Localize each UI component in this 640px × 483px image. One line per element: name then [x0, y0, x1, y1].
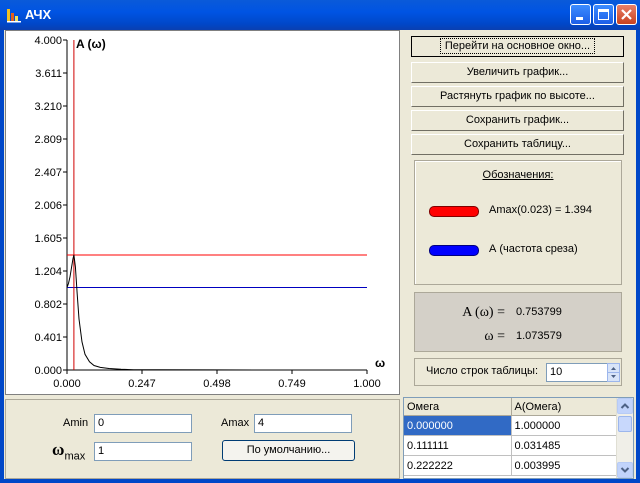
minimize-button[interactable] — [570, 4, 591, 25]
save-graph-button[interactable]: Сохранить график... — [411, 110, 624, 131]
chevron-down-icon — [620, 467, 630, 473]
data-table[interactable]: Омега A(Омега) 0.000000 1.000000 0.11111… — [403, 397, 634, 479]
control-panel: Перейти на основное окно... Увеличить гр… — [406, 30, 630, 390]
table-cell[interactable]: 0.222222 — [404, 455, 512, 476]
a-omega-label: A (ω) = — [462, 305, 505, 320]
y-tick-label: 2.809 — [34, 134, 62, 146]
y-tick-label: 0.000 — [34, 365, 62, 377]
table-rows-label: Число строк таблицы: — [426, 365, 538, 377]
table-cell[interactable]: 1.000000 — [511, 415, 618, 436]
table-scrollbar[interactable] — [616, 398, 633, 478]
goto-main-window-button[interactable]: Перейти на основное окно... — [411, 36, 624, 57]
y-tick-label: 1.204 — [34, 266, 62, 278]
chevron-up-icon — [620, 403, 630, 409]
value-readout: A (ω) = 0.753799 ω = 1.073579 — [414, 292, 622, 352]
a-omega-value: 0.753799 — [516, 306, 562, 318]
maximize-button[interactable] — [593, 4, 614, 25]
amin-label: Amin — [63, 417, 89, 429]
table-row[interactable]: 0.000000 1.000000 — [404, 415, 618, 436]
zoom-graph-button[interactable]: Увеличить график... — [411, 62, 624, 83]
cutoff-swatch — [429, 245, 479, 256]
table-cell[interactable]: 0.111111 — [404, 435, 512, 456]
table-row[interactable]: 0.111111 0.031485 — [404, 435, 618, 456]
x-tick-label: 0.498 — [203, 378, 231, 390]
omega-value: 1.073579 — [516, 330, 562, 342]
parameters-panel: Amin 0 Amax 4 ωmax 1 По умолчанию... — [5, 399, 400, 479]
scroll-down-button[interactable] — [617, 462, 633, 478]
table-rows-spinner[interactable] — [607, 363, 620, 382]
omega-max-subscript: max — [64, 450, 86, 463]
table-header-row: Омега A(Омега) — [404, 398, 618, 416]
window-title: АЧХ — [25, 7, 52, 22]
window-frame-right — [636, 30, 640, 483]
omega-max-symbol: ω — [52, 440, 65, 459]
amplitude-curve — [66, 254, 367, 371]
goto-main-window-label: Перейти на основное окно... — [439, 38, 596, 54]
close-icon — [621, 9, 632, 20]
maximize-icon — [598, 9, 609, 20]
column-header-a-omega[interactable]: A(Омега) — [511, 398, 618, 416]
cutoff-legend-label: А (частота среза) — [489, 243, 578, 255]
omega-max-label: ωmax — [52, 440, 85, 462]
x-tick-label: 0.749 — [278, 378, 306, 390]
table-cell[interactable]: 0.003995 — [511, 455, 618, 476]
defaults-button[interactable]: По умолчанию... — [222, 440, 355, 461]
y-tick-label: 3.210 — [34, 101, 62, 113]
minimize-icon — [576, 17, 583, 20]
title-bar[interactable]: АЧХ — [0, 0, 640, 30]
table-row[interactable]: 0.222222 0.003995 — [404, 455, 618, 476]
window-frame-bottom — [0, 479, 640, 483]
table-cell[interactable]: 0.000000 — [404, 415, 512, 436]
column-header-omega[interactable]: Омега — [404, 398, 512, 416]
stretch-graph-button[interactable]: Растянуть график по высоте... — [411, 86, 624, 107]
legend-title: Обозначения: — [482, 169, 554, 181]
y-tick-label: 1.605 — [34, 233, 62, 245]
amax-legend-label: Amax(0.023) = 1.394 — [489, 204, 593, 216]
close-button[interactable] — [616, 4, 637, 25]
amax-swatch — [429, 206, 479, 217]
table-rows-control: Число строк таблицы: 10 — [414, 358, 622, 386]
amin-input[interactable]: 0 — [94, 414, 192, 433]
app-window: АЧХ 4.000 3.611 3.210 2.809 2.407 2.006 1.605 1… — [0, 0, 640, 483]
amax-label: Amax — [221, 417, 250, 429]
x-axis-label: ω — [375, 356, 385, 370]
chart-canvas: 4.000 3.611 3.210 2.809 2.407 2.006 1.605 1.204… — [34, 35, 385, 390]
amax-input[interactable]: 4 — [254, 414, 352, 433]
omega-max-input[interactable]: 1 — [94, 442, 192, 461]
x-tick-label: 0.247 — [128, 378, 156, 390]
y-tick-label: 2.006 — [34, 200, 62, 212]
legend-panel: Обозначения: Amax(0.023) = 1.394 А (част… — [414, 160, 622, 285]
frequency-response-plot[interactable]: 4.000 3.611 3.210 2.809 2.407 2.006 1.605 1.204… — [5, 30, 400, 395]
y-axis-label: A (ω) — [76, 37, 106, 51]
y-tick-label: 0.401 — [34, 332, 62, 344]
table-cell[interactable]: 0.031485 — [511, 435, 618, 456]
y-tick-label: 2.407 — [34, 167, 62, 179]
y-tick-label: 4.000 — [34, 35, 62, 47]
x-tick-label: 0.000 — [53, 378, 81, 390]
scroll-thumb[interactable] — [618, 416, 632, 432]
y-tick-label: 0.802 — [34, 299, 62, 311]
omega-label: ω = — [484, 329, 505, 344]
y-tick-label: 3.611 — [35, 68, 62, 80]
chart-app-icon — [7, 9, 21, 23]
data-table-grid: Омега A(Омега) 0.000000 1.000000 0.11111… — [404, 398, 618, 476]
window-frame-left — [0, 30, 4, 483]
table-rows-input[interactable]: 10 — [546, 363, 608, 382]
x-tick-label: 1.000 — [353, 378, 381, 390]
spinner-arrows-icon — [607, 363, 620, 382]
save-table-button[interactable]: Сохранить таблицу... — [411, 134, 624, 155]
scroll-up-button[interactable] — [617, 398, 633, 414]
